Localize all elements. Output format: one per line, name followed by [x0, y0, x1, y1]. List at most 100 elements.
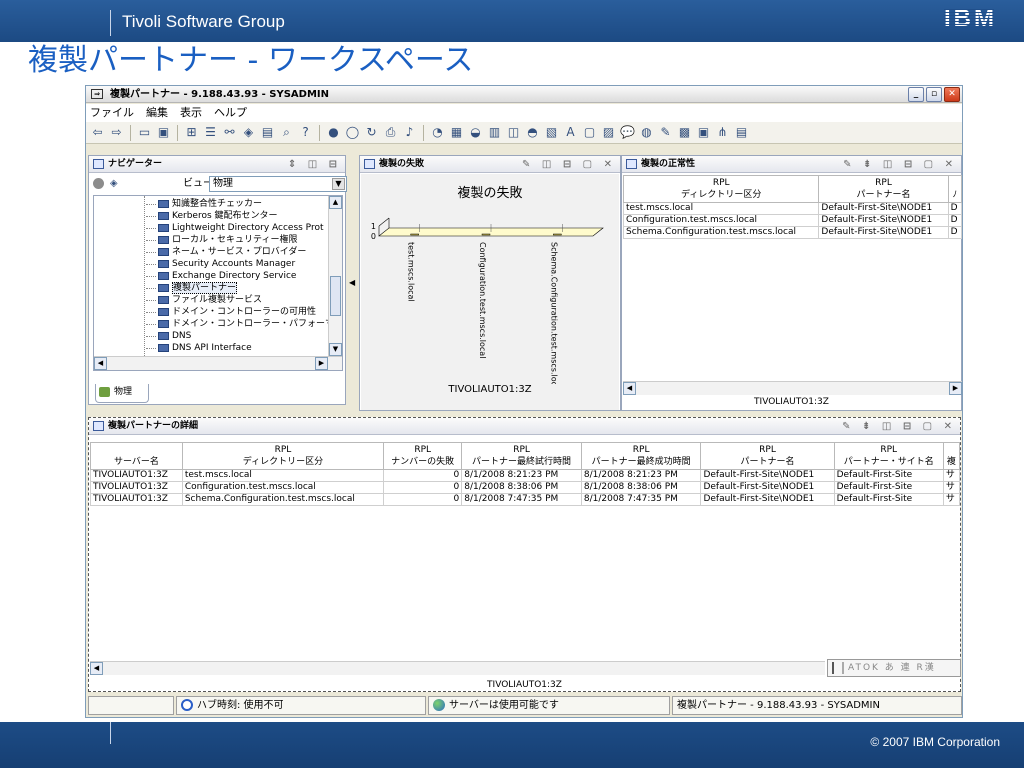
- health-panel-title: 複製の正常性: [641, 159, 696, 169]
- menu-bar: ファイル 編集 表示 ヘルプ: [86, 104, 962, 122]
- tab-physical[interactable]: 物理: [95, 384, 149, 403]
- list-icon[interactable]: ▤: [734, 125, 749, 140]
- scroll-left-icon[interactable]: ◀: [623, 382, 636, 395]
- tree-item[interactable]: Exchange Directory Service: [146, 270, 342, 282]
- column-header[interactable]: RPL ディレクトリー区分: [181, 442, 385, 470]
- halt-icon[interactable]: ◯: [345, 125, 360, 140]
- notepad-icon[interactable]: ▧: [544, 125, 559, 140]
- chevron-down-icon[interactable]: ▼: [332, 178, 345, 190]
- terminal-icon[interactable]: ▤: [260, 125, 275, 140]
- image-icon[interactable]: ▩: [677, 125, 692, 140]
- scroll-right-icon[interactable]: ▶: [315, 357, 328, 370]
- chart-bar: [410, 233, 419, 236]
- refresh-icon[interactable]: ↻: [364, 125, 379, 140]
- monitor-icon[interactable]: ▣: [696, 125, 711, 140]
- stop-icon[interactable]: ●: [326, 125, 341, 140]
- tree-item[interactable]: ローカル・セキュリティー権限: [146, 234, 342, 246]
- status-server: サーバーは使用可能です: [428, 696, 670, 715]
- tree-item[interactable]: 複製パートナー: [146, 282, 342, 294]
- column-header[interactable]: RPL ディレクトリー区分: [622, 175, 820, 203]
- table-row[interactable]: test.mscs.local Default-First-Site\NODE1 D: [622, 202, 963, 215]
- save-icon[interactable]: ▣: [156, 125, 171, 140]
- plot-chart-icon[interactable]: ◫: [506, 125, 521, 140]
- edit-icon[interactable]: ✎: [658, 125, 673, 140]
- pie-chart-icon[interactable]: ◔: [430, 125, 445, 140]
- tree-item[interactable]: ネーム・サービス・プロバイダー: [146, 246, 342, 258]
- table-row[interactable]: Configuration.test.mscs.local Default-Fir…: [622, 214, 963, 227]
- view-select[interactable]: 物理 ▼: [209, 176, 347, 192]
- table-row[interactable]: Schema.Configuration.test.mscs.local Defa…: [622, 226, 963, 239]
- column-header[interactable]: 複: [942, 442, 961, 470]
- event-console-icon[interactable]: ▢: [582, 125, 597, 140]
- panel-controls[interactable]: ✎ ⇟ ◫ ⊟ ▢ ✕: [843, 156, 957, 173]
- minimize-button[interactable]: _: [908, 87, 924, 102]
- tree-item[interactable]: ドメイン・コントローラーの可用性: [146, 306, 342, 318]
- topology-icon[interactable]: ⋔: [715, 125, 730, 140]
- text-icon[interactable]: A: [563, 125, 578, 140]
- find-icon[interactable]: ⌕: [279, 125, 294, 140]
- situation-icon[interactable]: ◈: [241, 125, 256, 140]
- scroll-thumb[interactable]: [330, 276, 341, 316]
- bar-chart-icon[interactable]: ▥: [487, 125, 502, 140]
- tree-item[interactable]: Security Accounts Manager: [146, 258, 342, 270]
- print-icon[interactable]: ⎙: [383, 125, 398, 140]
- maximize-button[interactable]: ▫: [926, 87, 942, 102]
- help-icon[interactable]: ?: [298, 125, 313, 140]
- column-header[interactable]: RPL パートナー最終試行時間: [461, 442, 582, 470]
- column-header[interactable]: RPL パートナー・サイト名: [833, 442, 944, 470]
- sound-icon[interactable]: ♪: [402, 125, 417, 140]
- message-log-icon[interactable]: ▨: [601, 125, 616, 140]
- panel-controls[interactable]: ⇕ ◫ ⊟: [288, 156, 341, 173]
- circular-gauge-icon[interactable]: ◓: [525, 125, 540, 140]
- tree-item[interactable]: DNS API Interface: [146, 342, 342, 354]
- detail-horizontal-scrollbar[interactable]: ◀: [90, 661, 825, 675]
- close-button[interactable]: ✕: [944, 87, 960, 102]
- forward-icon[interactable]: ⇨: [109, 125, 124, 140]
- browser-icon[interactable]: ◍: [639, 125, 654, 140]
- tree-item[interactable]: ドメイン・コントローラー・パフォーマンス: [146, 318, 342, 330]
- tree-item[interactable]: ファイル複製サービス: [146, 294, 342, 306]
- table-row[interactable]: TIVOLIAUTO1:3Z Configuration.test.mscs.lo…: [90, 481, 961, 494]
- column-header[interactable]: RPL ナンバーの失敗: [383, 442, 463, 470]
- link-icon[interactable]: ⚯: [222, 125, 237, 140]
- new-icon[interactable]: ▭: [137, 125, 152, 140]
- table-row[interactable]: TIVOLIAUTO1:3Z Schema.Configuration.test.…: [90, 493, 961, 506]
- scroll-left-icon[interactable]: ◀: [90, 662, 103, 675]
- tree-horizontal-scrollbar[interactable]: ◀ ▶: [94, 356, 342, 370]
- splitter-arrow-icon[interactable]: ◀: [349, 278, 355, 287]
- column-header[interactable]: RPL パートナー名: [700, 442, 835, 470]
- health-server-label: TIVOLIAUTO1:3Z: [754, 397, 829, 407]
- tree-vertical-scrollbar[interactable]: ▲ ▼: [328, 196, 342, 356]
- workspace-icon[interactable]: ⊞: [184, 125, 199, 140]
- tree-item[interactable]: DNS: [146, 330, 342, 342]
- scroll-down-icon[interactable]: ▼: [329, 343, 342, 356]
- table-cell: D: [947, 226, 963, 239]
- column-header[interactable]: RPL パートナー最終成功時間: [580, 442, 702, 470]
- column-header[interactable]: サーバー名: [90, 442, 183, 470]
- table-icon[interactable]: ▦: [449, 125, 464, 140]
- menu-file[interactable]: ファイル: [90, 104, 134, 122]
- scroll-up-icon[interactable]: ▲: [329, 196, 342, 209]
- chat-icon[interactable]: 💬: [620, 125, 635, 140]
- health-horizontal-scrollbar[interactable]: ◀ ▶: [623, 381, 962, 395]
- navigator-home-icon[interactable]: ◈: [107, 176, 120, 189]
- panel-controls[interactable]: ✎ ⇟ ◫ ⊟ ▢ ✕: [842, 418, 956, 435]
- column-header-bottom: パートナー名: [856, 190, 911, 200]
- column-header[interactable]: ﾉ: [947, 175, 963, 203]
- tree-item[interactable]: Kerberos 鍵配布センター: [146, 210, 342, 222]
- tree-item[interactable]: Lightweight Directory Access Prot: [146, 222, 342, 234]
- column-header[interactable]: RPL パートナー名: [818, 175, 949, 203]
- back-icon[interactable]: ⇦: [90, 125, 105, 140]
- menu-edit[interactable]: 編集: [146, 104, 168, 122]
- tree-item[interactable]: 知識整合性チェッカー: [146, 198, 342, 210]
- scroll-right-icon[interactable]: ▶: [949, 382, 962, 395]
- menu-view[interactable]: 表示: [180, 104, 202, 122]
- properties-icon[interactable]: ☰: [203, 125, 218, 140]
- menu-help[interactable]: ヘルプ: [214, 104, 247, 122]
- scroll-left-icon[interactable]: ◀: [94, 357, 107, 370]
- table-row[interactable]: TIVOLIAUTO1:3Z test.mscs.local 0 8/1/2008 8…: [90, 469, 961, 482]
- panel-controls[interactable]: ✎ ◫ ⊟ ▢ ✕: [522, 156, 616, 173]
- gauge-icon[interactable]: ◒: [468, 125, 483, 140]
- table-cell: Default-First-Site\NODE1: [700, 481, 835, 494]
- ime-toolbar[interactable]: ATOK あ 連 R漢: [827, 659, 961, 677]
